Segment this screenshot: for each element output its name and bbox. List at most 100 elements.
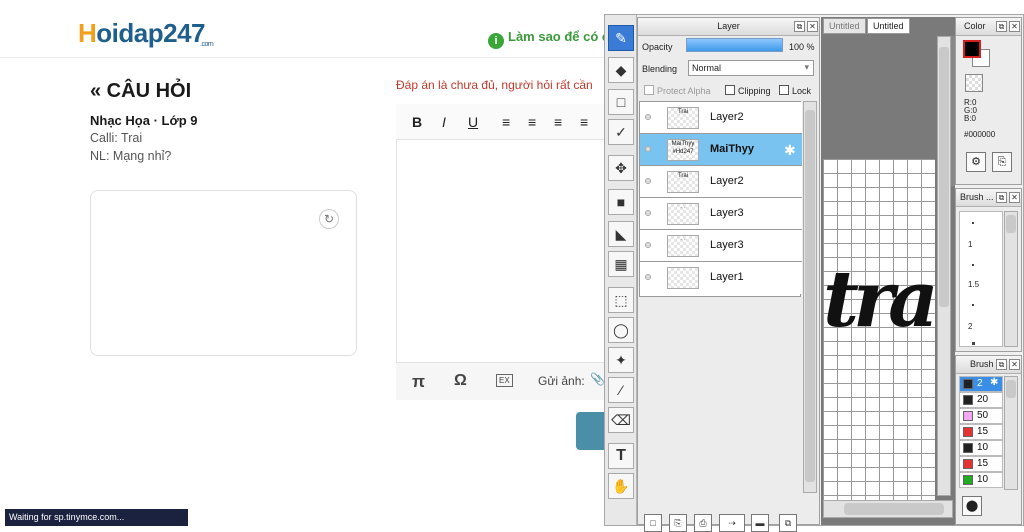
symbol-button[interactable]: Ω: [454, 372, 467, 390]
bold-button[interactable]: B: [412, 114, 422, 130]
scrollbar-thumb[interactable]: [939, 47, 949, 307]
brush-item[interactable]: 50: [959, 408, 1003, 424]
merge-layer-button[interactable]: ⧉: [779, 514, 797, 532]
canvas-horizontal-scrollbar[interactable]: [823, 500, 953, 518]
visibility-icon[interactable]: [645, 274, 651, 280]
canvas-area: Untitled Untitled tra: [821, 17, 955, 525]
brush-item[interactable]: 15: [959, 424, 1003, 440]
gear-icon[interactable]: ✱: [990, 377, 998, 388]
new-layer-button[interactable]: □: [644, 514, 662, 532]
text-tool-icon[interactable]: T: [608, 443, 634, 469]
close-icon[interactable]: ✕: [807, 21, 818, 32]
underline-button[interactable]: U: [468, 114, 478, 130]
scrollbar-thumb[interactable]: [844, 503, 944, 515]
gradient-tool-icon[interactable]: ▦: [608, 251, 634, 277]
info-icon: i: [488, 33, 504, 49]
select-eraser-tool-icon[interactable]: ⌫: [608, 407, 634, 433]
italic-button[interactable]: I: [442, 114, 446, 130]
scrollbar-thumb[interactable]: [1006, 380, 1016, 398]
example-button[interactable]: EX: [496, 374, 513, 387]
brush-size-item[interactable]: 2: [968, 322, 972, 331]
layer-row[interactable]: · · Layer3: [640, 198, 802, 230]
clipping-checkbox[interactable]: Clipping: [725, 85, 771, 96]
layer-row[interactable]: Trai Layer2: [640, 102, 802, 134]
brush-size-scrollbar[interactable]: [1004, 211, 1018, 347]
canvas-vertical-scrollbar[interactable]: [937, 36, 951, 496]
move-tool-icon[interactable]: ✥: [608, 155, 634, 181]
align-right-button[interactable]: ≡: [554, 114, 562, 130]
copy-color-icon[interactable]: ⎘: [992, 152, 1012, 172]
visibility-icon[interactable]: [645, 178, 651, 184]
brush-item[interactable]: 10: [959, 472, 1003, 488]
brush-color-swatch: [963, 443, 973, 453]
copy-layer-button[interactable]: ⎘: [669, 514, 687, 532]
transparent-color-swatch[interactable]: [965, 74, 983, 92]
window-restore-icon[interactable]: ⧉: [996, 21, 1007, 32]
check-tool-icon[interactable]: ✓: [608, 119, 634, 145]
question-subject: Nhạc Họa · Lớp 9: [90, 113, 198, 128]
close-icon[interactable]: ✕: [1009, 359, 1020, 370]
align-left-button[interactable]: ≡: [502, 114, 510, 130]
rect-select-tool-icon[interactable]: □: [608, 89, 634, 115]
brush-item[interactable]: 20: [959, 392, 1003, 408]
window-restore-icon[interactable]: ⧉: [996, 192, 1007, 203]
visibility-icon[interactable]: [645, 242, 651, 248]
protect-alpha-checkbox[interactable]: Protect Alpha: [644, 85, 711, 96]
visibility-icon[interactable]: [645, 210, 651, 216]
layer-panel-title: Layer: [638, 18, 819, 36]
layer-row[interactable]: Layer1: [640, 262, 802, 294]
answer-editor[interactable]: [396, 104, 608, 400]
lasso-tool-icon[interactable]: ◯: [608, 317, 634, 343]
brush-item[interactable]: 2 ✱: [959, 376, 1003, 392]
window-restore-icon[interactable]: ⧉: [794, 21, 805, 32]
blending-select[interactable]: Normal ▾: [688, 60, 814, 76]
scrollbar-thumb[interactable]: [805, 110, 815, 482]
layer-row[interactable]: · · Layer3: [640, 230, 802, 262]
brush-size-item[interactable]: 1: [968, 240, 972, 249]
opacity-slider[interactable]: [686, 38, 783, 52]
howto-link[interactable]: i Làm sao để có c: [488, 29, 609, 49]
drawing-canvas[interactable]: tra: [823, 159, 939, 512]
close-icon[interactable]: ✕: [1009, 21, 1020, 32]
paperclip-icon[interactable]: 📎: [590, 372, 605, 386]
hand-tool-icon[interactable]: ✋: [608, 473, 634, 499]
visibility-icon[interactable]: [645, 146, 651, 152]
tab-untitled-1[interactable]: Untitled: [823, 18, 866, 34]
bucket-tool-icon[interactable]: ◣: [608, 221, 634, 247]
window-restore-icon[interactable]: ⧉: [996, 359, 1007, 370]
layer-move-button[interactable]: ⇢: [719, 514, 745, 532]
scrollbar-thumb[interactable]: [1006, 215, 1016, 233]
paste-layer-button[interactable]: ⎙: [694, 514, 712, 532]
math-button[interactable]: π: [412, 372, 425, 392]
close-icon[interactable]: ✕: [1009, 192, 1020, 203]
brush-size-item[interactable]: 1.5: [968, 280, 979, 289]
magic-wand-tool-icon[interactable]: ✦: [608, 347, 634, 373]
align-justify-button[interactable]: ≡: [580, 114, 588, 130]
brush-size-list[interactable]: 1 1.5 2: [959, 211, 1003, 347]
eraser-tool-icon[interactable]: ◆: [608, 57, 634, 83]
gear-icon[interactable]: ✱: [784, 142, 796, 159]
pen-tool-icon[interactable]: ✎: [608, 25, 634, 51]
foreground-color-swatch[interactable]: [963, 40, 981, 58]
layer-row[interactable]: Trai Layer2: [640, 166, 802, 198]
brush-value: 20: [977, 394, 989, 405]
site-logo[interactable]: Hoidap247 .com: [78, 18, 214, 49]
palette-icon[interactable]: ⚙: [966, 152, 986, 172]
select-pen-tool-icon[interactable]: ⁄: [608, 377, 634, 403]
layer-name: Layer3: [710, 207, 744, 219]
marquee-tool-icon[interactable]: ⬚: [608, 287, 634, 313]
layer-row-selected[interactable]: MaiThyy #Hd247 MaiThyy ✱: [640, 134, 802, 166]
tab-untitled-2[interactable]: Untitled: [867, 18, 910, 34]
opacity-value: 100 %: [789, 42, 815, 52]
lock-checkbox[interactable]: Lock: [779, 85, 811, 96]
brush-item[interactable]: 10: [959, 440, 1003, 456]
align-center-button[interactable]: ≡: [528, 114, 536, 130]
brush-settings-icon[interactable]: ⬤: [962, 496, 982, 516]
layer-scrollbar[interactable]: [803, 101, 817, 493]
refresh-icon[interactable]: ↻: [319, 209, 339, 229]
visibility-icon[interactable]: [645, 114, 651, 120]
brush-item[interactable]: 15: [959, 456, 1003, 472]
fill-rect-tool-icon[interactable]: ■: [608, 189, 634, 215]
folder-button[interactable]: ▬: [751, 514, 769, 532]
brush-scrollbar[interactable]: [1004, 376, 1018, 490]
